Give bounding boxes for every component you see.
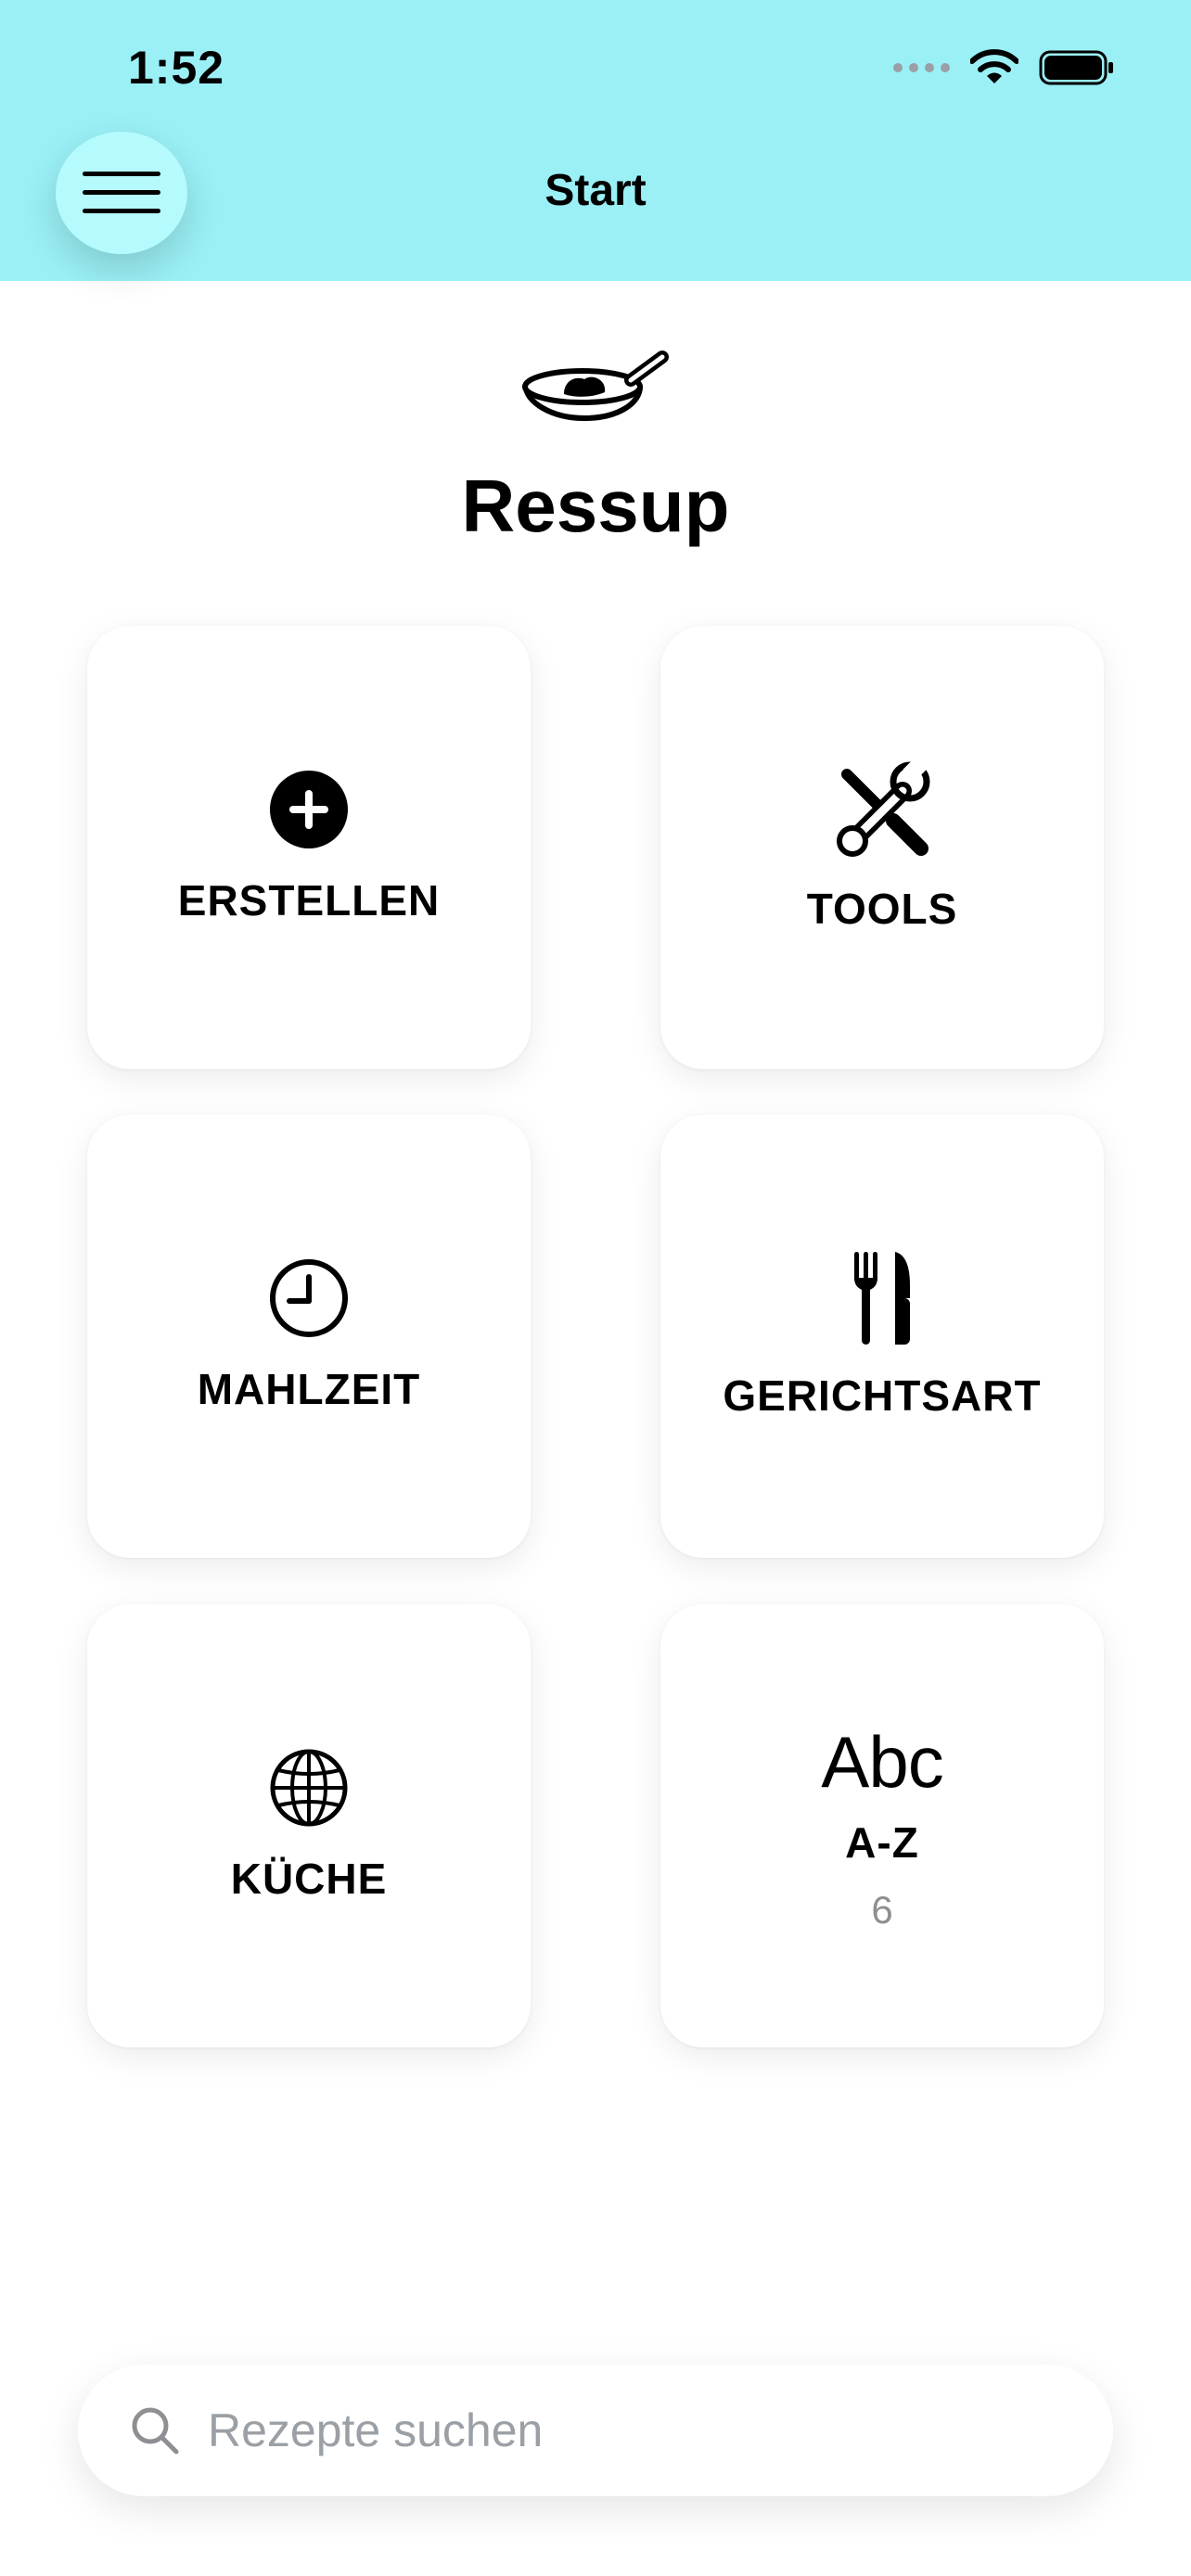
cellular-signal-icon [893,63,950,72]
tile-tools[interactable]: TOOLS [660,626,1104,1069]
tile-label: A-Z [845,1817,919,1867]
recipe-count: 6 [871,1887,893,1932]
app-title: Ressup [461,465,730,547]
frying-pan-icon [522,351,669,421]
plus-circle-icon [270,771,348,848]
clock-icon [270,1259,348,1337]
tile-gerichtsart[interactable]: GERICHTSART [660,1115,1104,1558]
tile-label: GERICHTSART [723,1371,1042,1420]
globe-icon [270,1749,348,1827]
fork-knife-icon [854,1252,910,1345]
status-time: 1:52 [128,42,225,94]
status-icons [893,45,1115,91]
wifi-icon [970,49,1018,83]
tile-kueche[interactable]: KÜCHE [87,1604,531,2047]
search-icon [130,2405,180,2455]
tile-label: MAHLZEIT [197,1365,421,1413]
header-title: Start [544,166,647,215]
tools-icon [837,761,930,857]
tile-mahlzeit[interactable]: MAHLZEIT [87,1115,531,1558]
tile-erstellen[interactable]: ERSTELLEN [87,626,531,1069]
search-bar[interactable] [78,2365,1113,2496]
tile-a-z[interactable]: Abc A-Z 6 [660,1604,1104,2047]
tile-label: ERSTELLEN [177,876,441,925]
abc-icon: Abc [821,1720,943,1803]
tile-label: TOOLS [806,885,958,933]
header-bar: 1:52 Start [0,0,1191,281]
tile-label: KÜCHE [230,1855,388,1903]
battery-icon [1039,50,1113,85]
search-input[interactable] [206,2403,1044,2458]
